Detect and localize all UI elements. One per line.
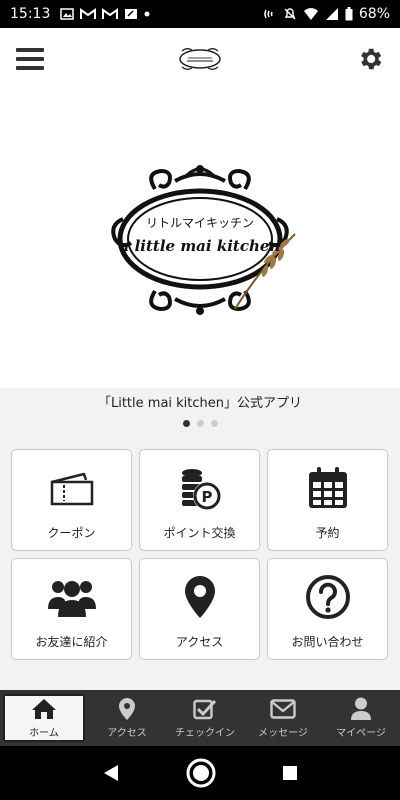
signal-icon <box>325 8 338 20</box>
tile-contact[interactable]: お問い合わせ <box>267 558 388 660</box>
carousel-pagination <box>0 420 400 427</box>
pagination-dot[interactable] <box>210 420 218 427</box>
gmail-icon <box>102 8 119 19</box>
nav-label: チェックイン <box>175 728 235 739</box>
status-left: 15:13 <box>10 6 263 22</box>
nav-message[interactable]: メッセージ <box>244 690 322 746</box>
header-logo <box>179 48 221 70</box>
tile-reservation[interactable]: 予約 <box>267 449 388 551</box>
image-icon <box>60 8 75 20</box>
calendar-icon <box>304 464 352 512</box>
nav-checkin[interactable]: チェックイン <box>166 690 244 746</box>
bottom-nav: ホーム アクセス チェックイン メッセージ マイページ <box>0 690 400 746</box>
nfc-icon <box>264 9 273 19</box>
status-bar: 15:13 68% <box>0 0 400 28</box>
tile-label: クーポン <box>47 526 96 540</box>
tile-coupon[interactable]: クーポン <box>11 449 132 551</box>
status-right: 68% <box>263 6 390 22</box>
recents-icon[interactable] <box>282 765 298 781</box>
mute-bell-icon <box>284 8 296 20</box>
tile-point-exchange[interactable]: P ポイント交換 <box>139 449 260 551</box>
back-icon[interactable] <box>102 764 120 782</box>
system-nav-bar <box>0 746 400 800</box>
map-pin-icon <box>176 573 224 621</box>
logo-text-katakana: リトルマイキッチン <box>146 216 254 230</box>
nav-label: ホーム <box>29 728 59 739</box>
dot-icon <box>144 11 150 17</box>
tile-label: 予約 <box>315 526 340 540</box>
map-pin-icon <box>114 697 140 721</box>
pagination-dot[interactable] <box>196 420 204 427</box>
menu-grid: クーポン P ポイント交換 予約 お友達に紹介 アクセス お問い合わせ <box>11 449 389 660</box>
tile-label: アクセス <box>175 635 224 649</box>
hero-banner: リトルマイキッチン a little mai kitchen <box>0 90 400 388</box>
nav-label: アクセス <box>107 728 147 739</box>
battery-percent: 68% <box>358 6 390 22</box>
ticket-icon <box>48 464 96 512</box>
users-icon <box>47 573 96 621</box>
tile-label: ポイント交換 <box>163 526 236 540</box>
app-caption: 「Little mai kitchen」公式アプリ <box>97 396 303 411</box>
battery-icon <box>345 7 353 21</box>
checkbox-icon <box>192 697 218 721</box>
tile-access[interactable]: アクセス <box>139 558 260 660</box>
tile-label: お問い合わせ <box>291 635 364 649</box>
gmail-icon <box>80 8 97 19</box>
wifi-icon <box>303 8 318 20</box>
home-button-icon[interactable] <box>185 757 217 789</box>
question-circle-icon <box>304 573 352 621</box>
pagination-dot-active[interactable] <box>182 420 190 427</box>
envelope-icon <box>270 697 296 721</box>
logo-text-english: a little mai kitchen <box>120 237 281 255</box>
nav-access[interactable]: アクセス <box>88 690 166 746</box>
tile-label: お友達に紹介 <box>35 635 108 649</box>
coins-point-icon: P <box>176 464 224 512</box>
nav-label: メッセージ <box>258 728 308 739</box>
nav-mypage[interactable]: マイページ <box>322 690 400 746</box>
svg-text:P: P <box>201 488 212 506</box>
tile-refer-friend[interactable]: お友達に紹介 <box>11 558 132 660</box>
status-time: 15:13 <box>10 6 51 22</box>
nav-label: マイページ <box>336 728 386 739</box>
brand-logo: リトルマイキッチン a little mai kitchen <box>111 165 296 315</box>
hamburger-menu-icon[interactable] <box>16 48 44 70</box>
nav-home[interactable]: ホーム <box>3 694 85 742</box>
user-icon <box>348 697 374 721</box>
gear-icon[interactable] <box>356 45 384 73</box>
app-header <box>0 28 400 90</box>
edit-box-icon <box>125 9 138 19</box>
home-icon <box>31 697 57 721</box>
